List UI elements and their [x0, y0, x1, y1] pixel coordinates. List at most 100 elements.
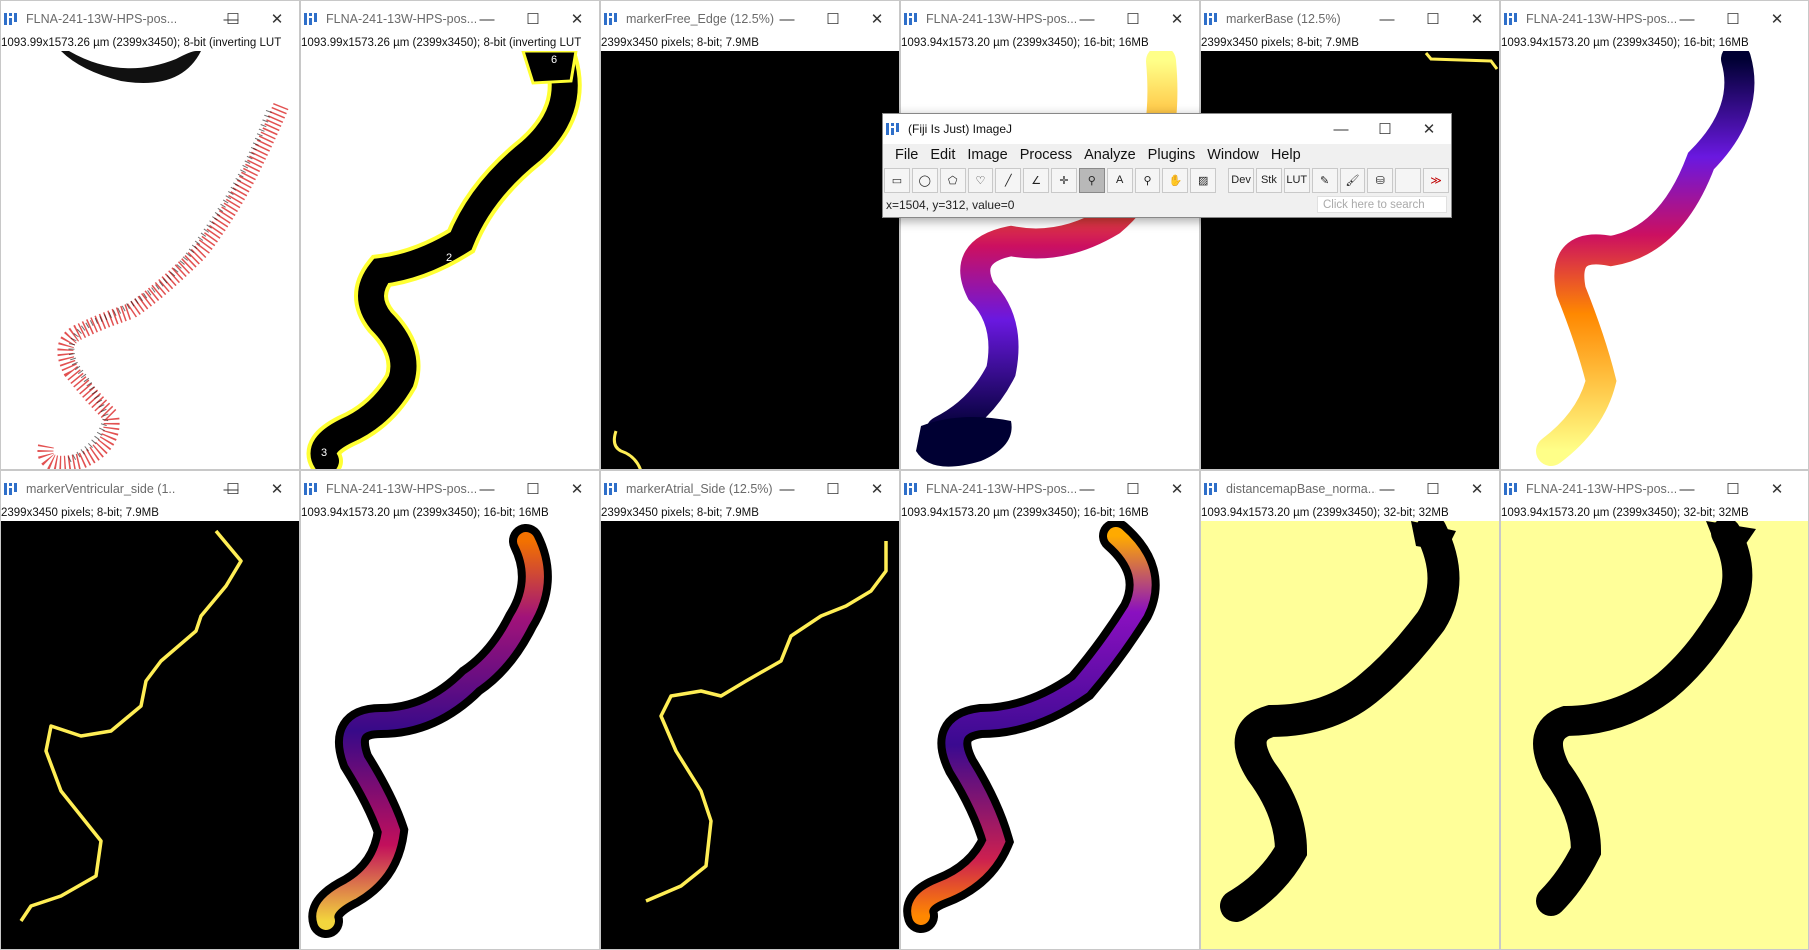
image-canvas[interactable] — [1201, 521, 1499, 950]
maximize-button[interactable]: ☐ — [515, 471, 551, 507]
stk-tool-icon[interactable]: Stk — [1255, 167, 1282, 193]
angle-tool-icon[interactable]: ∠ — [1023, 167, 1050, 193]
close-button[interactable]: ✕ — [859, 1, 895, 37]
close-button[interactable]: ✕ — [1759, 1, 1795, 37]
window-titlebar[interactable]: FLNA-241-13W-HPS-pos... — ☐ ✕ — [1501, 1, 1808, 37]
window-titlebar[interactable]: markerVentricular_side (1... — ☐ ✕ — [1, 471, 299, 507]
close-button[interactable]: ✕ — [859, 471, 895, 507]
image-window-11[interactable]: distancemapBase_norma... — ☐ ✕ 1093.94x1… — [1200, 470, 1500, 950]
window-titlebar[interactable]: FLNA-241-13W-HPS-pos... — ☐ ✕ — [901, 471, 1199, 507]
color-picker-tool-icon[interactable]: ▨ — [1190, 167, 1217, 193]
brush-tool-icon[interactable]: 🖌 — [1339, 167, 1366, 193]
menu-process[interactable]: Process — [1014, 147, 1078, 163]
maximize-button[interactable]: ☐ — [1415, 1, 1451, 37]
maximize-button[interactable]: ☐ — [215, 471, 251, 507]
maximize-button[interactable]: ☐ — [1715, 471, 1751, 507]
maximize-button[interactable]: ☐ — [1715, 1, 1751, 37]
maximize-button[interactable]: ☐ — [515, 1, 551, 37]
search-field[interactable]: Click here to search — [1317, 196, 1447, 213]
line-tool-icon[interactable]: ╱ — [995, 167, 1022, 193]
close-button[interactable]: ✕ — [559, 471, 595, 507]
image-canvas[interactable] — [601, 51, 899, 470]
zoom-tool-icon[interactable]: ⚲ — [1134, 167, 1161, 193]
minimize-button[interactable]: — — [1323, 114, 1359, 144]
maximize-button[interactable]: ☐ — [215, 1, 251, 37]
image-window-2[interactable]: FLNA-241-13W-HPS-pos... — ☐ ✕ 1093.99x15… — [300, 0, 600, 470]
menu-image[interactable]: Image — [961, 147, 1013, 163]
close-button[interactable]: ✕ — [259, 471, 295, 507]
minimize-button[interactable]: — — [1669, 471, 1705, 507]
image-canvas[interactable] — [1501, 521, 1808, 950]
image-window-3[interactable]: markerFree_Edge (12.5%) — ☐ ✕ 2399x3450 … — [600, 0, 900, 470]
minimize-button[interactable]: — — [769, 471, 805, 507]
close-button[interactable]: ✕ — [1759, 471, 1795, 507]
image-canvas[interactable] — [901, 521, 1199, 950]
maximize-button[interactable]: ☐ — [815, 1, 851, 37]
window-titlebar[interactable]: FLNA-241-13W-HPS-pos... — ☐ ✕ — [901, 1, 1199, 37]
window-titlebar[interactable]: markerBase (12.5%) — ☐ ✕ — [1201, 1, 1499, 37]
window-titlebar[interactable]: markerFree_Edge (12.5%) — ☐ ✕ — [601, 1, 899, 37]
window-titlebar[interactable]: FLNA-241-13W-HPS-pos... — ☐ ✕ — [301, 1, 599, 37]
minimize-button[interactable]: — — [1369, 1, 1405, 37]
minimize-button[interactable]: — — [1069, 1, 1105, 37]
close-button[interactable]: ✕ — [1159, 1, 1195, 37]
image-window-12[interactable]: FLNA-241-13W-HPS-pos... — ☐ ✕ 1093.94x15… — [1500, 470, 1809, 950]
image-window-6[interactable]: FLNA-241-13W-HPS-pos... — ☐ ✕ 1093.94x15… — [1500, 0, 1809, 470]
window-titlebar[interactable]: FLNA-241-13W-HPS-pos... — ☐ ✕ — [1501, 471, 1808, 507]
flood-fill-tool-icon[interactable]: ⛁ — [1367, 167, 1394, 193]
menu-edit[interactable]: Edit — [924, 147, 961, 163]
point-tool-icon[interactable]: ✛ — [1051, 167, 1077, 193]
window-titlebar[interactable]: FLNA-241-13W-HPS-pos... — ☐ ✕ — [301, 471, 599, 507]
menu-plugins[interactable]: Plugins — [1142, 147, 1202, 163]
menu-window[interactable]: Window — [1201, 147, 1265, 163]
blank-tool-icon[interactable] — [1395, 167, 1422, 193]
imagej-main-window[interactable]: (Fiji Is Just) ImageJ — ☐ ✕ File Edit Im… — [882, 113, 1452, 218]
image-canvas[interactable] — [601, 521, 899, 950]
window-titlebar[interactable]: distancemapBase_norma... — ☐ ✕ — [1201, 471, 1499, 507]
pencil-tool-icon[interactable]: ✎ — [1311, 167, 1338, 193]
maximize-button[interactable]: ☐ — [1115, 1, 1151, 37]
text-tool-icon[interactable]: A — [1106, 167, 1133, 193]
close-button[interactable]: ✕ — [1411, 114, 1447, 144]
minimize-button[interactable]: — — [469, 1, 505, 37]
menu-file[interactable]: File — [889, 147, 924, 163]
minimize-button[interactable]: — — [469, 471, 505, 507]
menu-help[interactable]: Help — [1265, 147, 1307, 163]
window-titlebar[interactable]: FLNA-241-13W-HPS-pos... — ☐ ✕ — [1, 1, 299, 37]
lut-tool-icon[interactable]: LUT — [1283, 167, 1310, 193]
image-window-4[interactable]: FLNA-241-13W-HPS-pos... — ☐ ✕ 1093.94x15… — [900, 0, 1200, 470]
minimize-button[interactable]: — — [1669, 1, 1705, 37]
image-window-9[interactable]: markerAtrial_Side (12.5%) — ☐ ✕ 2399x345… — [600, 470, 900, 950]
image-window-7[interactable]: markerVentricular_side (1... — ☐ ✕ 2399x… — [0, 470, 300, 950]
minimize-button[interactable]: — — [1369, 471, 1405, 507]
image-canvas[interactable] — [1, 521, 299, 950]
image-window-5[interactable]: markerBase (12.5%) — ☐ ✕ 2399x3450 pixel… — [1200, 0, 1500, 470]
oval-tool-icon[interactable]: ◯ — [911, 167, 938, 193]
wand-tool-icon[interactable]: ⚲ — [1078, 167, 1105, 193]
more-tools-icon[interactable]: ≫ — [1423, 167, 1449, 193]
hand-tool-icon[interactable]: ✋ — [1162, 167, 1189, 193]
maximize-button[interactable]: ☐ — [1115, 471, 1151, 507]
maximize-button[interactable]: ☐ — [815, 471, 851, 507]
imagej-titlebar[interactable]: (Fiji Is Just) ImageJ — ☐ ✕ — [883, 114, 1451, 144]
freehand-tool-icon[interactable]: ♡ — [967, 167, 994, 193]
image-canvas[interactable] — [301, 521, 599, 950]
image-window-1[interactable]: FLNA-241-13W-HPS-pos... — ☐ ✕ 1093.99x15… — [0, 0, 300, 470]
maximize-button[interactable]: ☐ — [1415, 471, 1451, 507]
maximize-button[interactable]: ☐ — [1367, 114, 1403, 144]
menu-analyze[interactable]: Analyze — [1078, 147, 1142, 163]
close-button[interactable]: ✕ — [259, 1, 295, 37]
minimize-button[interactable]: — — [1069, 471, 1105, 507]
close-button[interactable]: ✕ — [1159, 471, 1195, 507]
image-canvas[interactable] — [1501, 51, 1808, 470]
image-canvas[interactable] — [1, 51, 299, 470]
close-button[interactable]: ✕ — [1459, 1, 1495, 37]
image-window-10[interactable]: FLNA-241-13W-HPS-pos... — ☐ ✕ 1093.94x15… — [900, 470, 1200, 950]
window-titlebar[interactable]: markerAtrial_Side (12.5%) — ☐ ✕ — [601, 471, 899, 507]
rectangle-tool-icon[interactable]: ▭ — [884, 167, 910, 193]
image-window-8[interactable]: FLNA-241-13W-HPS-pos... — ☐ ✕ 1093.94x15… — [300, 470, 600, 950]
close-button[interactable]: ✕ — [1459, 471, 1495, 507]
dev-tool-icon[interactable]: Dev — [1228, 167, 1254, 193]
image-canvas[interactable]: 6 2 3 — [301, 51, 599, 470]
minimize-button[interactable]: — — [769, 1, 805, 37]
